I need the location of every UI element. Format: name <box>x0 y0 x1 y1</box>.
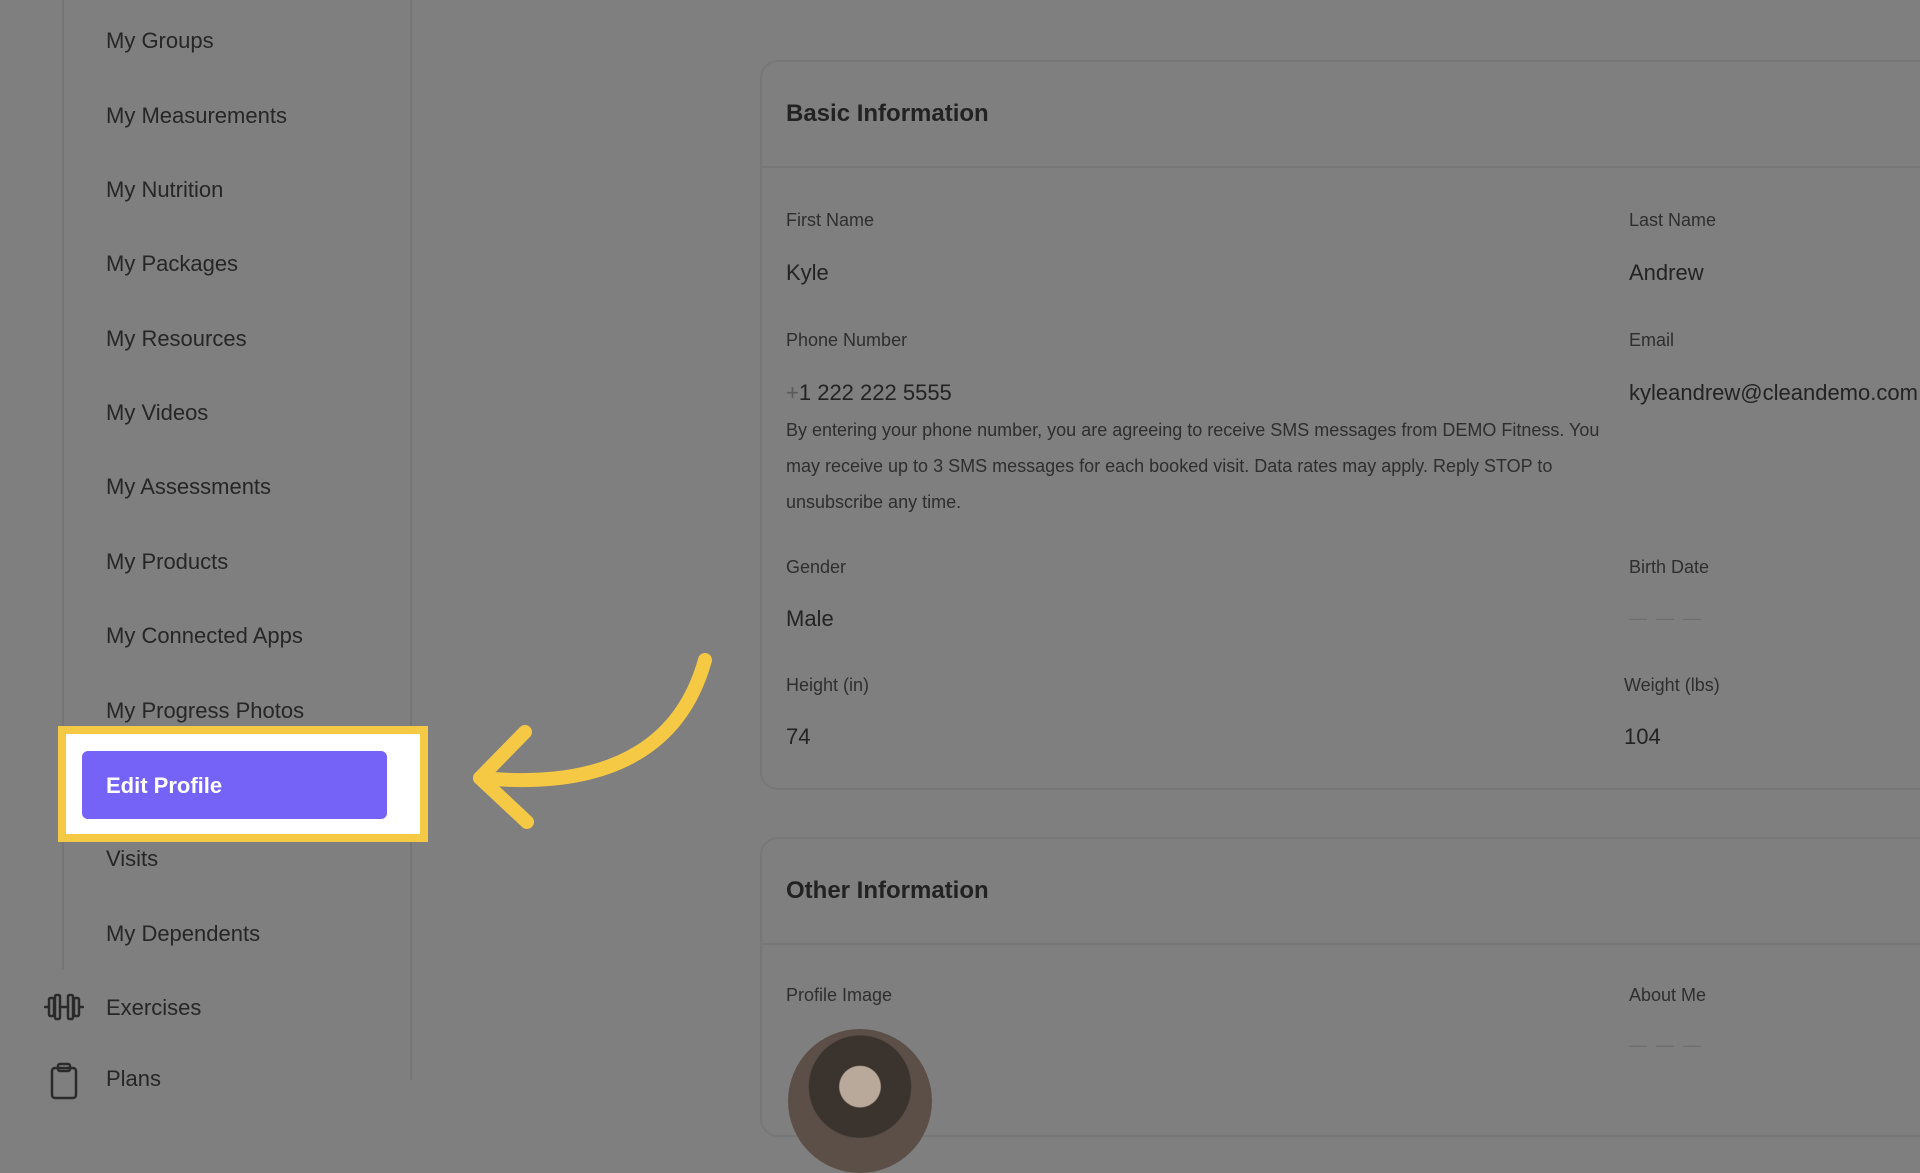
sidebar-item-my-packages[interactable]: My Packages <box>106 251 238 277</box>
other-information-title: Other Information <box>762 839 1920 945</box>
sidebar: My Groups My Measurements My Nutrition M… <box>0 0 412 1100</box>
last-name-label: Last Name <box>1629 210 1717 230</box>
first-name-value[interactable]: Kyle <box>786 260 829 286</box>
sidebar-item-my-products[interactable]: My Products <box>106 549 228 575</box>
sidebar-item-my-progress-photos[interactable]: My Progress Photos <box>106 698 304 724</box>
weight-value[interactable]: 104 <box>1624 724 1661 750</box>
weight-label: Weight (lbs) <box>1624 675 1720 695</box>
sidebar-item-my-assessments[interactable]: My Assessments <box>106 474 271 500</box>
clipboard-icon <box>50 1062 78 1100</box>
sidebar-item-my-nutrition[interactable]: My Nutrition <box>106 177 223 203</box>
sms-consent-notice: By entering your phone number, you are a… <box>786 420 1600 512</box>
sidebar-item-plans[interactable]: Plans <box>106 1066 161 1092</box>
basic-information-title: Basic Information <box>762 62 1920 168</box>
sidebar-item-my-groups[interactable]: My Groups <box>106 28 214 54</box>
about-me-value[interactable]: — — — <box>1629 1035 1703 1056</box>
email-value[interactable]: kyleandrew@cleandemo.com <box>1629 380 1918 406</box>
birth-date-value[interactable]: — — — <box>1629 608 1703 629</box>
gender-label: Gender <box>786 557 847 577</box>
sidebar-item-my-dependents[interactable]: My Dependents <box>106 921 260 947</box>
phone-number-label: Phone Number <box>786 330 908 350</box>
edit-profile-button[interactable]: Edit Profile <box>82 751 387 819</box>
sidebar-item-visits[interactable]: Visits <box>106 846 158 872</box>
about-me-label: About Me <box>1629 985 1707 1005</box>
sidebar-item-my-videos[interactable]: My Videos <box>106 400 208 426</box>
phone-number-value: 1 222 222 5555 <box>798 380 952 405</box>
gender-value[interactable]: Male <box>786 606 834 632</box>
sidebar-item-my-measurements[interactable]: My Measurements <box>106 103 287 129</box>
height-value[interactable]: 74 <box>786 724 810 750</box>
birth-date-label: Birth Date <box>1629 557 1710 577</box>
other-information-card: Other Information Profile Image About Me… <box>760 837 1920 1173</box>
phone-number-field[interactable]: +1 222 222 5555 <box>786 380 952 406</box>
annotation-arrow-icon <box>473 653 712 829</box>
sidebar-item-my-resources[interactable]: My Resources <box>106 326 247 352</box>
last-name-value[interactable]: Andrew <box>1629 260 1704 286</box>
first-name-label: First Name <box>786 210 875 230</box>
profile-image-label: Profile Image <box>786 985 893 1005</box>
basic-information-card: Basic Information First Name Kyle Last N… <box>760 60 1920 790</box>
email-label: Email <box>1629 330 1675 350</box>
avatar[interactable] <box>788 1029 932 1173</box>
dumbbell-icon <box>44 993 84 1021</box>
sidebar-item-exercises[interactable]: Exercises <box>106 995 201 1021</box>
sidebar-item-my-connected-apps[interactable]: My Connected Apps <box>106 623 303 649</box>
phone-prefix: + <box>786 380 799 405</box>
height-label: Height (in) <box>786 675 870 695</box>
